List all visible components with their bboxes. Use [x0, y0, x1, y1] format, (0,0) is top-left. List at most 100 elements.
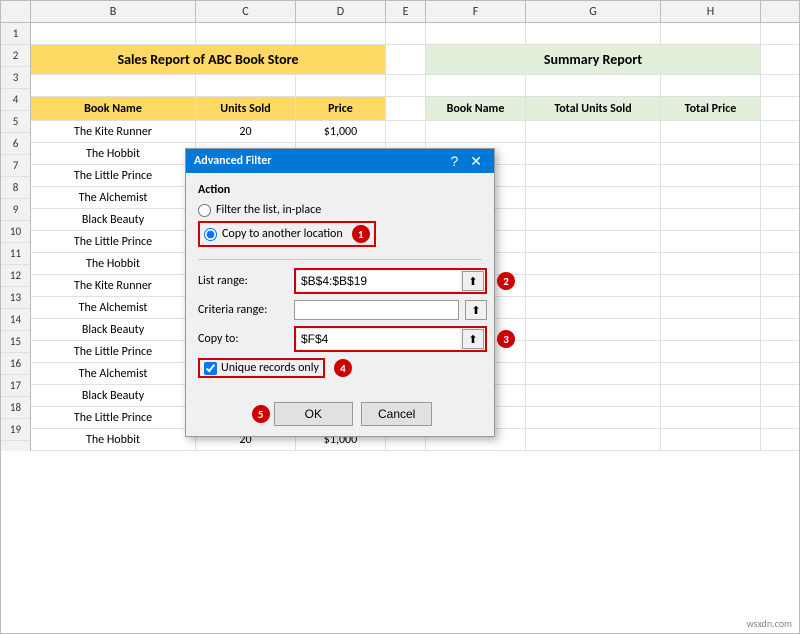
cell-9b: Black Beauty — [31, 209, 196, 230]
radio-inplace-label: Filter the list, in-place — [216, 203, 321, 217]
dialog-titlebar: Advanced Filter ? ✕ — [186, 149, 494, 173]
copy-to-row: Copy to: ⬆ 3 — [198, 326, 482, 352]
cell-5e — [386, 121, 426, 142]
ok-button[interactable]: OK — [274, 402, 353, 426]
cell-14g — [526, 319, 661, 340]
cell-summary-title: Summary Report — [426, 45, 761, 74]
cell-header-total-price: Total Price — [661, 97, 761, 120]
unique-records-row: Unique records only 4 — [198, 358, 482, 378]
cell-5d: $1,000 — [296, 121, 386, 142]
unique-records-checkbox[interactable] — [204, 362, 217, 375]
row-num-9: 9 — [1, 199, 30, 221]
row-num-2: 2 — [1, 45, 30, 67]
row-num-19: 19 — [1, 419, 30, 441]
col-header-b: B — [31, 1, 196, 22]
dialog-help-button[interactable]: ? — [446, 154, 462, 168]
cell-11h — [661, 253, 761, 274]
cell-5g — [526, 121, 661, 142]
cell-19g — [526, 429, 661, 450]
cell-3c — [196, 75, 296, 96]
radio-copy-label: Copy to another location — [222, 227, 343, 241]
cell-15b: The Little Prince — [31, 341, 196, 362]
row-num-18: 18 — [1, 397, 30, 419]
row-num-12: 12 — [1, 265, 30, 287]
col-header-h: H — [661, 1, 761, 22]
cell-header-f-bookname: Book Name — [426, 97, 526, 120]
cell-16h — [661, 363, 761, 384]
cell-19h — [661, 429, 761, 450]
watermark: wsxdn.com — [747, 617, 792, 630]
cell-3h — [661, 75, 761, 96]
cell-5c: 20 — [196, 121, 296, 142]
row-num-14: 14 — [1, 309, 30, 331]
radio-inplace[interactable] — [198, 204, 211, 217]
cell-12b: The Kite Runner — [31, 275, 196, 296]
cell-1e — [386, 23, 426, 44]
col-header-f: F — [426, 1, 526, 22]
row-num-11: 11 — [1, 243, 30, 265]
dialog-footer: 5 OK Cancel — [186, 398, 494, 436]
column-headers: B C D E F G H — [1, 1, 799, 23]
cell-15g — [526, 341, 661, 362]
dialog-divider — [198, 259, 482, 260]
row-num-5: 5 — [1, 111, 30, 133]
cell-1g — [526, 23, 661, 44]
row-num-15: 15 — [1, 331, 30, 353]
cell-8b: The Alchemist — [31, 187, 196, 208]
cell-8h — [661, 187, 761, 208]
cell-16g — [526, 363, 661, 384]
cancel-button[interactable]: Cancel — [361, 402, 432, 426]
cell-13b: The Alchemist — [31, 297, 196, 318]
criteria-range-row: Criteria range: ⬆ — [198, 300, 482, 320]
cell-5h — [661, 121, 761, 142]
cell-10b: The Little Prince — [31, 231, 196, 252]
cell-10h — [661, 231, 761, 252]
copy-to-input[interactable] — [297, 329, 460, 349]
cell-19b: The Hobbit — [31, 429, 196, 450]
badge-2: 2 — [497, 272, 515, 290]
list-range-collapse-button[interactable]: ⬆ — [462, 271, 484, 291]
cell-13h — [661, 297, 761, 318]
radio-option-inplace: Filter the list, in-place — [198, 203, 482, 217]
col-header-d: D — [296, 1, 386, 22]
cell-header-bookname: Book Name — [31, 97, 196, 120]
criteria-range-input[interactable] — [294, 300, 459, 320]
cell-1c — [196, 23, 296, 44]
cell-3d — [296, 75, 386, 96]
row-num-4: 4 — [1, 89, 30, 111]
grid-row-4: Book Name Units Sold Price Book Name Tot… — [31, 97, 799, 121]
col-header-g: G — [526, 1, 661, 22]
criteria-range-collapse-button[interactable]: ⬆ — [465, 300, 487, 320]
cell-3b — [31, 75, 196, 96]
row-num-17: 17 — [1, 375, 30, 397]
cell-header-total-units: Total Units Sold — [526, 97, 661, 120]
radio-copy[interactable] — [204, 228, 217, 241]
cell-1h — [661, 23, 761, 44]
cell-6b: The Hobbit — [31, 143, 196, 164]
cell-12h — [661, 275, 761, 296]
row-num-3: 3 — [1, 67, 30, 89]
cell-18g — [526, 407, 661, 428]
cell-2e — [386, 45, 426, 74]
badge-4: 4 — [334, 359, 352, 377]
list-range-input[interactable] — [297, 271, 460, 291]
criteria-range-label: Criteria range: — [198, 303, 288, 317]
cell-17b: Black Beauty — [31, 385, 196, 406]
badge-3: 3 — [497, 330, 515, 348]
cell-16b: The Alchemist — [31, 363, 196, 384]
cell-6g — [526, 143, 661, 164]
col-header-c: C — [196, 1, 296, 22]
row-num-16: 16 — [1, 353, 30, 375]
cell-header-unitssold: Units Sold — [196, 97, 296, 120]
dialog-body: Action Filter the list, in-place Copy to… — [186, 173, 494, 398]
dialog-close-button[interactable]: ✕ — [466, 154, 486, 168]
cell-17g — [526, 385, 661, 406]
cell-13g — [526, 297, 661, 318]
unique-records-label: Unique records only — [221, 361, 319, 375]
copy-to-collapse-button[interactable]: ⬆ — [462, 329, 484, 349]
cell-3g — [526, 75, 661, 96]
cell-9g — [526, 209, 661, 230]
row-num-6: 6 — [1, 133, 30, 155]
cell-5f — [426, 121, 526, 142]
cell-1d — [296, 23, 386, 44]
